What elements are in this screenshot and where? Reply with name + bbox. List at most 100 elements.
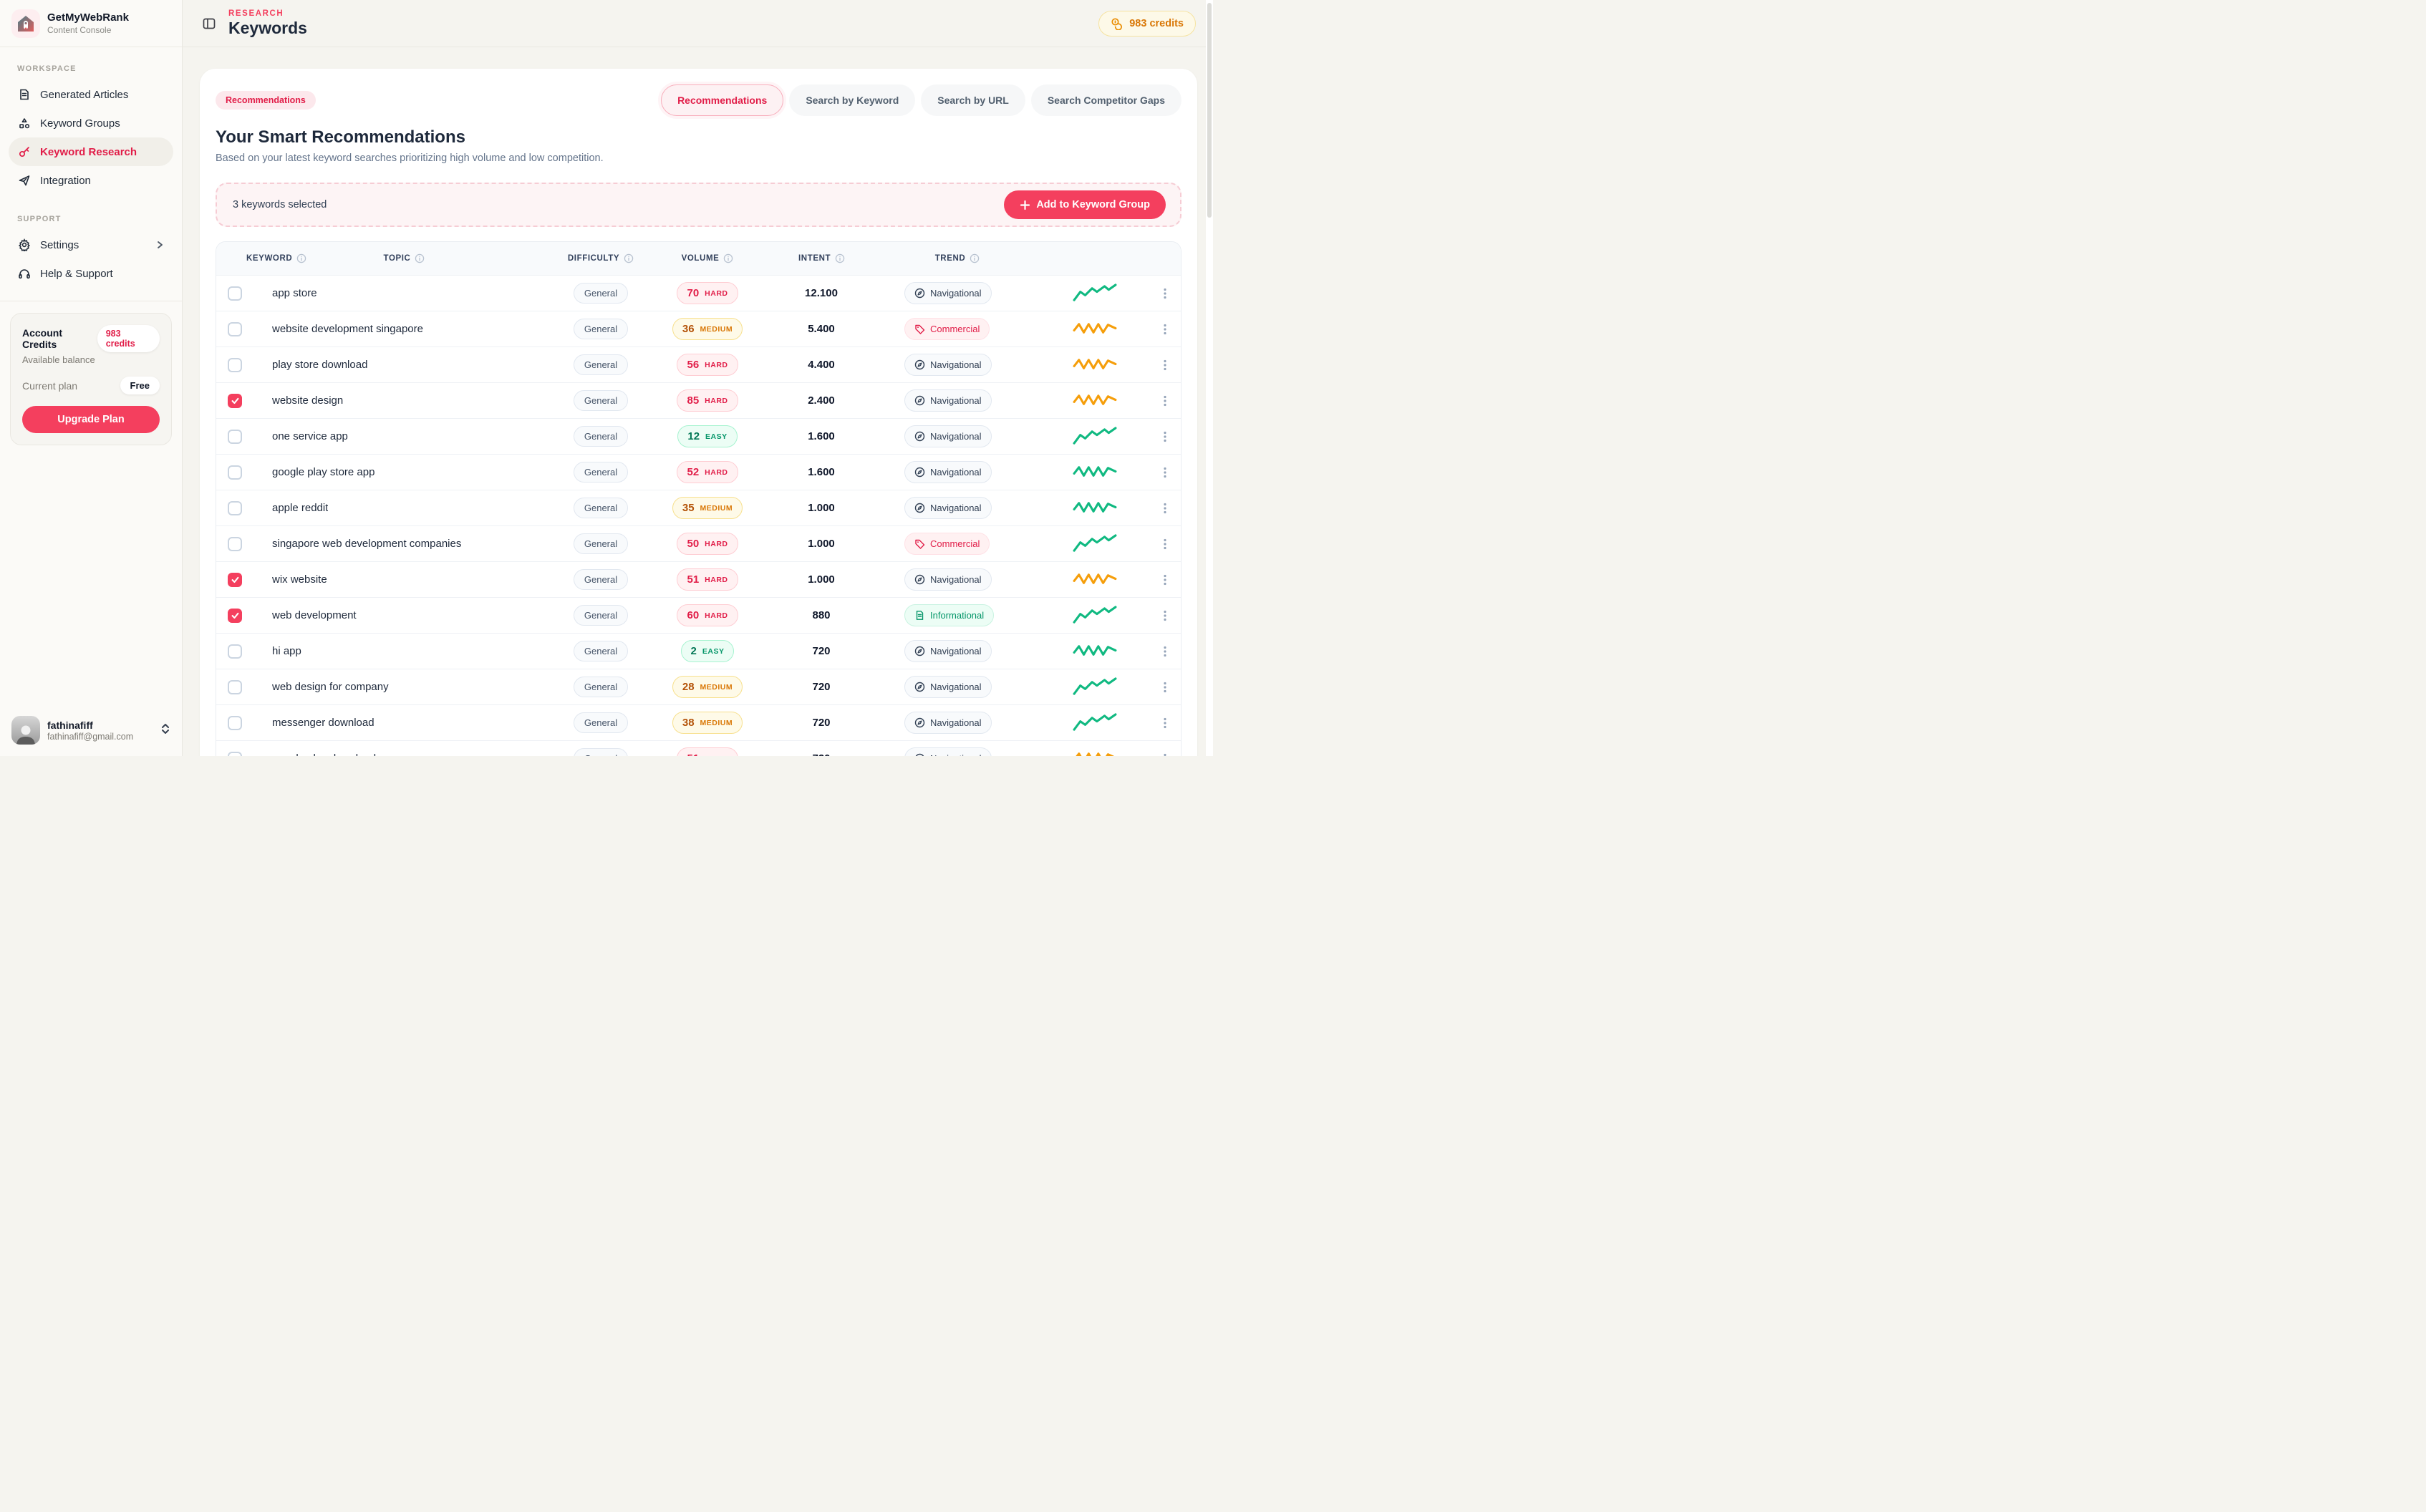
sidebar-item-integration[interactable]: Integration [9, 166, 173, 195]
table-row[interactable]: messenger download General 38MEDIUM 720 … [216, 704, 1181, 740]
credits-badge[interactable]: 983 credits [1098, 11, 1196, 37]
row-checkbox[interactable] [228, 358, 242, 372]
user-menu[interactable]: fathinafiff fathinafiff@gmail.com [0, 704, 182, 756]
gear-icon [17, 238, 32, 252]
keyword-cell: play store download [272, 359, 367, 371]
difficulty-badge: 50HARD [677, 533, 738, 555]
trend-sparkline [1073, 677, 1117, 697]
row-checkbox[interactable] [228, 573, 242, 587]
sidebar-item-keyword-groups[interactable]: Keyword Groups [9, 109, 173, 137]
compass-icon [914, 682, 925, 692]
info-icon[interactable] [835, 253, 845, 263]
row-checkbox[interactable] [228, 752, 242, 757]
row-menu-kebab-icon[interactable] [1155, 713, 1175, 733]
row-menu-kebab-icon[interactable] [1155, 284, 1175, 304]
credits-badge-label: 983 credits [1129, 18, 1184, 29]
table-row[interactable]: hi app General 2EASY 720 Navigational [216, 633, 1181, 669]
table-row[interactable]: one service app General 12EASY 1.600 Nav… [216, 418, 1181, 454]
scrollbar-thumb[interactable] [1207, 3, 1212, 218]
table-row[interactable]: apple reddit General 35MEDIUM 1.000 Navi… [216, 490, 1181, 525]
topic-badge: General [574, 354, 628, 375]
row-checkbox[interactable] [228, 465, 242, 480]
account-credits-title: Account Credits [22, 327, 97, 350]
difficulty-badge: 35MEDIUM [672, 497, 743, 519]
row-checkbox[interactable] [228, 644, 242, 659]
sidebar-item-help-support[interactable]: Help & Support [9, 259, 173, 288]
info-icon[interactable] [970, 253, 980, 263]
row-checkbox[interactable] [228, 322, 242, 336]
section-eyebrow: RESEARCH [228, 9, 307, 18]
tab-search-competitor-gaps[interactable]: Search Competitor Gaps [1031, 84, 1181, 116]
sidebar-item-generated-articles[interactable]: Generated Articles [9, 80, 173, 109]
row-menu-kebab-icon[interactable] [1155, 462, 1175, 483]
table-row[interactable]: google play store app General 52HARD 1.6… [216, 454, 1181, 490]
trend-sparkline [1073, 534, 1117, 553]
difficulty-level: HARD [705, 289, 728, 298]
intent-label: Navigational [930, 359, 982, 370]
row-menu-kebab-icon[interactable] [1155, 534, 1175, 554]
row-menu-kebab-icon[interactable] [1155, 677, 1175, 697]
column-header-label: Topic [384, 254, 411, 263]
difficulty-badge: 52HARD [677, 461, 738, 483]
row-menu-kebab-icon[interactable] [1155, 355, 1175, 375]
scrollbar[interactable] [1206, 0, 1213, 756]
trend-sparkline [1073, 427, 1117, 446]
intent-badge: Navigational [904, 640, 992, 662]
intent-badge: Navigational [904, 354, 992, 376]
tab-search-by-keyword[interactable]: Search by Keyword [789, 84, 915, 116]
table-row[interactable]: wix website General 51HARD 1.000 Navigat… [216, 561, 1181, 597]
table-row[interactable]: website development singapore General 36… [216, 311, 1181, 346]
row-checkbox[interactable] [228, 501, 242, 515]
row-menu-kebab-icon[interactable] [1155, 427, 1175, 447]
sidebar: GetMyWebRank Content Console WORKSPACE G… [0, 0, 183, 756]
row-checkbox[interactable] [228, 609, 242, 623]
keyword-cell: website design [272, 394, 343, 407]
compass-icon [914, 646, 925, 656]
sidebar-section-support: SUPPORT Settings Help & Support [0, 198, 182, 291]
row-checkbox[interactable] [228, 716, 242, 730]
upgrade-plan-button[interactable]: Upgrade Plan [22, 406, 160, 433]
row-menu-kebab-icon[interactable] [1155, 498, 1175, 518]
row-checkbox[interactable] [228, 394, 242, 408]
row-checkbox[interactable] [228, 537, 242, 551]
tab-search-by-url[interactable]: Search by URL [921, 84, 1025, 116]
chevron-updown-icon[interactable] [160, 722, 170, 739]
add-to-keyword-group-button[interactable]: Add to Keyword Group [1004, 190, 1166, 219]
table-row[interactable]: app store General 70HARD 12.100 Navigati… [216, 275, 1181, 311]
volume-cell: 5.400 [808, 323, 835, 335]
table-row[interactable]: web design for company General 28MEDIUM … [216, 669, 1181, 704]
row-checkbox[interactable] [228, 430, 242, 444]
table-row[interactable]: website design General 85HARD 2.400 Navi… [216, 382, 1181, 418]
row-menu-kebab-icon[interactable] [1155, 749, 1175, 757]
row-checkbox[interactable] [228, 286, 242, 301]
keyword-cell: web design for company [272, 681, 389, 693]
table-row[interactable]: web development General 60HARD 880 Infor… [216, 597, 1181, 633]
row-menu-kebab-icon[interactable] [1155, 570, 1175, 590]
table-row[interactable]: play store download General 56HARD 4.400… [216, 346, 1181, 382]
row-menu-kebab-icon[interactable] [1155, 319, 1175, 339]
table-row[interactable]: singapore web development companies Gene… [216, 525, 1181, 561]
compass-icon [914, 574, 925, 585]
row-checkbox[interactable] [228, 680, 242, 694]
info-icon[interactable] [624, 253, 634, 263]
sidebar-item-keyword-research[interactable]: Keyword Research [9, 137, 173, 166]
info-icon[interactable] [415, 253, 425, 263]
row-menu-kebab-icon[interactable] [1155, 606, 1175, 626]
doc-intent-icon [914, 610, 925, 621]
info-icon[interactable] [723, 253, 733, 263]
keyword-cell: hi app [272, 645, 301, 657]
tab-recommendations[interactable]: Recommendations [661, 84, 783, 116]
app-logo-row: GetMyWebRank Content Console [0, 0, 182, 47]
table-row[interactable]: google play download General 51HARD 720 … [216, 740, 1181, 756]
sidebar-item-settings[interactable]: Settings [9, 231, 173, 259]
intent-badge: Navigational [904, 425, 992, 447]
current-plan-label: Current plan [22, 380, 77, 392]
keyword-cell: google play store app [272, 466, 374, 478]
column-header-volume: Volume [647, 253, 768, 263]
row-menu-kebab-icon[interactable] [1155, 391, 1175, 411]
row-menu-kebab-icon[interactable] [1155, 641, 1175, 662]
intent-label: Navigational [930, 574, 982, 585]
difficulty-score: 52 [687, 466, 699, 478]
sidebar-item-label: Settings [40, 239, 79, 251]
sidebar-toggle-icon[interactable] [200, 14, 218, 33]
